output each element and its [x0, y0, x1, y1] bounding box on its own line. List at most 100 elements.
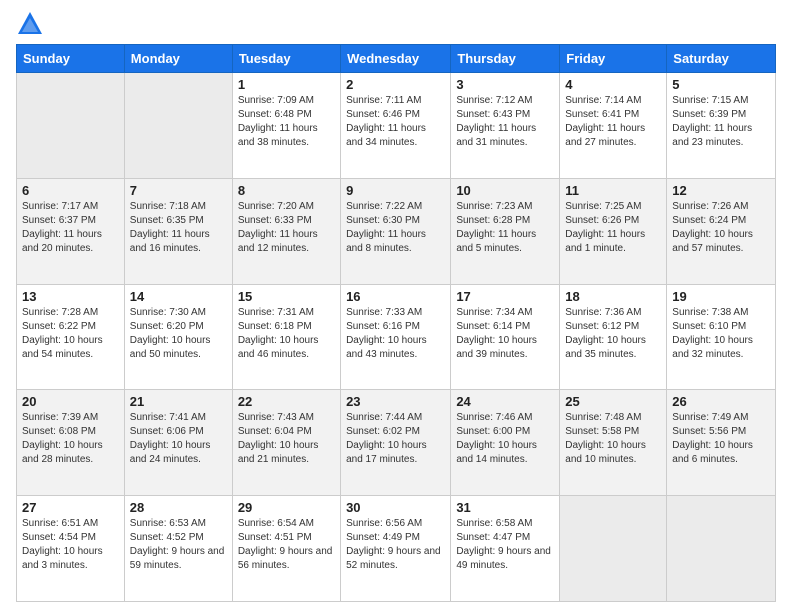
- cell-info: Sunrise: 6:54 AMSunset: 4:51 PMDaylight:…: [238, 517, 335, 573]
- calendar-cell: 8 Sunrise: 7:20 AMSunset: 6:33 PMDaylight…: [232, 178, 340, 284]
- cell-date-number: 26: [672, 394, 770, 409]
- cell-info: Sunrise: 7:25 AMSunset: 6:26 PMDaylight:…: [565, 200, 661, 256]
- cell-date-number: 29: [238, 500, 335, 515]
- calendar-cell: 12 Sunrise: 7:26 AMSunset: 6:24 PMDayligh…: [667, 178, 776, 284]
- logo-icon: [16, 10, 44, 38]
- cell-date-number: 5: [672, 77, 770, 92]
- cell-info: Sunrise: 6:58 AMSunset: 4:47 PMDaylight:…: [456, 517, 554, 573]
- logo: [16, 10, 48, 38]
- cell-date-number: 10: [456, 183, 554, 198]
- cell-info: Sunrise: 7:49 AMSunset: 5:56 PMDaylight:…: [672, 411, 770, 467]
- cell-date-number: 23: [346, 394, 445, 409]
- cell-date-number: 8: [238, 183, 335, 198]
- cell-date-number: 13: [22, 289, 119, 304]
- calendar-week-row: 13 Sunrise: 7:28 AMSunset: 6:22 PMDayligh…: [17, 284, 776, 390]
- calendar-table: SundayMondayTuesdayWednesdayThursdayFrid…: [16, 44, 776, 602]
- calendar-cell: 19 Sunrise: 7:38 AMSunset: 6:10 PMDayligh…: [667, 284, 776, 390]
- calendar-week-row: 6 Sunrise: 7:17 AMSunset: 6:37 PMDaylight…: [17, 178, 776, 284]
- cell-date-number: 19: [672, 289, 770, 304]
- cell-info: Sunrise: 7:23 AMSunset: 6:28 PMDaylight:…: [456, 200, 554, 256]
- calendar-cell: 11 Sunrise: 7:25 AMSunset: 6:26 PMDayligh…: [560, 178, 667, 284]
- calendar-cell: 10 Sunrise: 7:23 AMSunset: 6:28 PMDayligh…: [451, 178, 560, 284]
- cell-info: Sunrise: 7:22 AMSunset: 6:30 PMDaylight:…: [346, 200, 445, 256]
- calendar-header-friday: Friday: [560, 45, 667, 73]
- cell-info: Sunrise: 7:18 AMSunset: 6:35 PMDaylight:…: [130, 200, 227, 256]
- calendar-header-wednesday: Wednesday: [341, 45, 451, 73]
- header: [16, 10, 776, 38]
- calendar-cell: 18Sunrise: 7:36 AMSunset: 6:12 PMDayligh…: [560, 284, 667, 390]
- cell-info: Sunrise: 7:30 AMSunset: 6:20 PMDaylight:…: [130, 306, 227, 362]
- calendar-week-row: 1Sunrise: 7:09 AMSunset: 6:48 PMDaylight…: [17, 73, 776, 179]
- cell-info: Sunrise: 7:46 AMSunset: 6:00 PMDaylight:…: [456, 411, 554, 467]
- calendar-cell: 21 Sunrise: 7:41 AMSunset: 6:06 PMDayligh…: [124, 390, 232, 496]
- cell-info: Sunrise: 7:33 AMSunset: 6:16 PMDaylight:…: [346, 306, 445, 362]
- cell-info: Sunrise: 7:38 AMSunset: 6:10 PMDaylight:…: [672, 306, 770, 362]
- calendar-cell: 1Sunrise: 7:09 AMSunset: 6:48 PMDaylight…: [232, 73, 340, 179]
- cell-info: Sunrise: 6:56 AMSunset: 4:49 PMDaylight:…: [346, 517, 445, 573]
- calendar-cell: 26 Sunrise: 7:49 AMSunset: 5:56 PMDayligh…: [667, 390, 776, 496]
- calendar-cell: 29 Sunrise: 6:54 AMSunset: 4:51 PMDayligh…: [232, 496, 340, 602]
- calendar-cell: 25Sunrise: 7:48 AMSunset: 5:58 PMDayligh…: [560, 390, 667, 496]
- cell-info: Sunrise: 7:28 AMSunset: 6:22 PMDaylight:…: [22, 306, 119, 362]
- cell-info: Sunrise: 7:43 AMSunset: 6:04 PMDaylight:…: [238, 411, 335, 467]
- calendar-cell: [667, 496, 776, 602]
- calendar-week-row: 27 Sunrise: 6:51 AMSunset: 4:54 PMDayligh…: [17, 496, 776, 602]
- calendar-cell: 7 Sunrise: 7:18 AMSunset: 6:35 PMDaylight…: [124, 178, 232, 284]
- cell-date-number: 17: [456, 289, 554, 304]
- calendar-cell: 24 Sunrise: 7:46 AMSunset: 6:00 PMDayligh…: [451, 390, 560, 496]
- cell-info: Sunrise: 7:39 AMSunset: 6:08 PMDaylight:…: [22, 411, 119, 467]
- calendar-header-sunday: Sunday: [17, 45, 125, 73]
- calendar-cell: 27 Sunrise: 6:51 AMSunset: 4:54 PMDayligh…: [17, 496, 125, 602]
- cell-date-number: 25: [565, 394, 661, 409]
- calendar-cell: 6 Sunrise: 7:17 AMSunset: 6:37 PMDaylight…: [17, 178, 125, 284]
- cell-date-number: 30: [346, 500, 445, 515]
- calendar-cell: 14 Sunrise: 7:30 AMSunset: 6:20 PMDayligh…: [124, 284, 232, 390]
- cell-info: Sunrise: 7:41 AMSunset: 6:06 PMDaylight:…: [130, 411, 227, 467]
- calendar-cell: 13 Sunrise: 7:28 AMSunset: 6:22 PMDayligh…: [17, 284, 125, 390]
- calendar-cell: 17 Sunrise: 7:34 AMSunset: 6:14 PMDayligh…: [451, 284, 560, 390]
- calendar-cell: [560, 496, 667, 602]
- cell-info: Sunrise: 7:11 AMSunset: 6:46 PMDaylight:…: [346, 94, 445, 150]
- cell-info: Sunrise: 7:31 AMSunset: 6:18 PMDaylight:…: [238, 306, 335, 362]
- cell-date-number: 12: [672, 183, 770, 198]
- calendar-header-monday: Monday: [124, 45, 232, 73]
- cell-date-number: 3: [456, 77, 554, 92]
- cell-date-number: 27: [22, 500, 119, 515]
- cell-date-number: 6: [22, 183, 119, 198]
- calendar-cell: 30 Sunrise: 6:56 AMSunset: 4:49 PMDayligh…: [341, 496, 451, 602]
- calendar-cell: 4 Sunrise: 7:14 AMSunset: 6:41 PMDaylight…: [560, 73, 667, 179]
- cell-info: Sunrise: 6:51 AMSunset: 4:54 PMDaylight:…: [22, 517, 119, 573]
- cell-date-number: 9: [346, 183, 445, 198]
- cell-info: Sunrise: 7:20 AMSunset: 6:33 PMDaylight:…: [238, 200, 335, 256]
- cell-date-number: 18: [565, 289, 661, 304]
- cell-date-number: 21: [130, 394, 227, 409]
- cell-info: Sunrise: 7:34 AMSunset: 6:14 PMDaylight:…: [456, 306, 554, 362]
- cell-date-number: 16: [346, 289, 445, 304]
- calendar-header-saturday: Saturday: [667, 45, 776, 73]
- calendar-cell: 22 Sunrise: 7:43 AMSunset: 6:04 PMDayligh…: [232, 390, 340, 496]
- calendar-header-tuesday: Tuesday: [232, 45, 340, 73]
- cell-date-number: 20: [22, 394, 119, 409]
- cell-info: Sunrise: 7:12 AMSunset: 6:43 PMDaylight:…: [456, 94, 554, 150]
- cell-date-number: 14: [130, 289, 227, 304]
- cell-info: Sunrise: 7:09 AMSunset: 6:48 PMDaylight:…: [238, 94, 335, 150]
- cell-date-number: 4: [565, 77, 661, 92]
- cell-info: Sunrise: 6:53 AMSunset: 4:52 PMDaylight:…: [130, 517, 227, 573]
- cell-date-number: 7: [130, 183, 227, 198]
- cell-date-number: 28: [130, 500, 227, 515]
- calendar-cell: 2Sunrise: 7:11 AMSunset: 6:46 PMDaylight…: [341, 73, 451, 179]
- calendar-cell: 31 Sunrise: 6:58 AMSunset: 4:47 PMDayligh…: [451, 496, 560, 602]
- cell-info: Sunrise: 7:17 AMSunset: 6:37 PMDaylight:…: [22, 200, 119, 256]
- cell-date-number: 31: [456, 500, 554, 515]
- calendar-week-row: 20 Sunrise: 7:39 AMSunset: 6:08 PMDayligh…: [17, 390, 776, 496]
- calendar-cell: [17, 73, 125, 179]
- calendar-cell: 9 Sunrise: 7:22 AMSunset: 6:30 PMDaylight…: [341, 178, 451, 284]
- cell-date-number: 22: [238, 394, 335, 409]
- calendar-header-thursday: Thursday: [451, 45, 560, 73]
- cell-info: Sunrise: 7:26 AMSunset: 6:24 PMDaylight:…: [672, 200, 770, 256]
- cell-date-number: 11: [565, 183, 661, 198]
- cell-date-number: 15: [238, 289, 335, 304]
- cell-date-number: 24: [456, 394, 554, 409]
- cell-info: Sunrise: 7:14 AMSunset: 6:41 PMDaylight:…: [565, 94, 661, 150]
- cell-info: Sunrise: 7:15 AMSunset: 6:39 PMDaylight:…: [672, 94, 770, 150]
